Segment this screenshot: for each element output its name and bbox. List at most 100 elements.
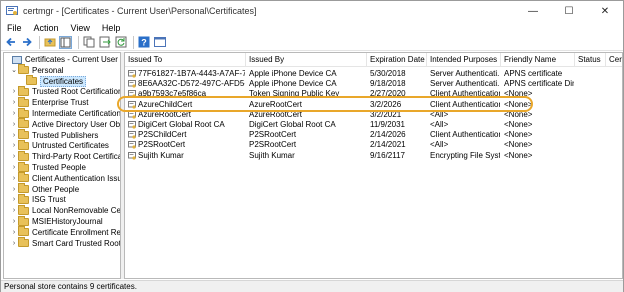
col-expiration-date-header[interactable]: Expiration Date <box>367 53 427 67</box>
table-row[interactable]: P2SChildCert P2SRootCert 2/14/2026 Client A… <box>125 130 622 140</box>
cell-expiration-date: 2/14/2026 <box>370 130 406 140</box>
expand-arrow-icon[interactable]: › <box>10 240 18 247</box>
up-folder-icon[interactable] <box>43 36 56 49</box>
expand-arrow-icon[interactable]: › <box>10 218 18 225</box>
certificate-icon <box>128 141 136 149</box>
col-certificate-template-header[interactable]: Certi <box>606 53 622 67</box>
expand-arrow-icon[interactable]: › <box>10 132 18 139</box>
folder-icon <box>18 204 29 215</box>
tree-item-certificates[interactable]: Certificates <box>18 75 87 87</box>
table-row[interactable]: 77F61827-1B7A-4443-A7AF-7FD... Apple iPho… <box>125 69 622 79</box>
certificate-list[interactable]: Issued To Issued By Expiration Date Intende… <box>124 52 623 279</box>
table-row[interactable]: a9b7593c7e5f86ca Token Signing Public Key… <box>125 89 622 99</box>
col-issued-by-header[interactable]: Issued By <box>246 53 367 67</box>
expand-arrow-icon[interactable]: › <box>10 99 18 106</box>
certmgr-app-icon <box>6 6 18 16</box>
back-icon[interactable] <box>4 36 17 49</box>
folder-icon <box>18 150 29 161</box>
col-intended-purposes-header[interactable]: Intended Purposes <box>427 53 501 67</box>
copy-icon[interactable] <box>82 36 95 49</box>
folder-icon <box>18 161 29 172</box>
tree-item-label: Certificates - Current User <box>25 55 118 64</box>
computer-icon <box>12 55 22 64</box>
cell-intended-purposes: <All> <box>430 140 449 150</box>
collapse-arrow-icon[interactable]: ⌄ <box>10 66 18 74</box>
cell-status <box>578 110 605 120</box>
tree-item-label: Enterprise Trust <box>32 98 89 108</box>
cell-issued-to: P2SRootCert <box>138 140 186 150</box>
cell-expiration-date: 3/2/2026 <box>370 99 402 109</box>
tree-item-label: Local NonRemovable Certific <box>32 206 121 216</box>
expand-arrow-icon[interactable]: › <box>10 88 18 95</box>
menu-file[interactable]: File <box>1 23 28 33</box>
tree-item-store[interactable]: › Smart Card Trusted Roots <box>10 237 120 249</box>
expand-arrow-icon[interactable]: › <box>10 121 18 128</box>
folder-icon <box>18 85 29 96</box>
tree-item-label: Active Directory User Object <box>32 119 121 129</box>
folder-icon <box>18 215 29 226</box>
expand-arrow-icon[interactable]: › <box>10 142 18 149</box>
export-icon[interactable] <box>98 36 111 49</box>
help-icon[interactable]: ? <box>137 36 150 49</box>
expand-arrow-icon[interactable]: › <box>10 229 18 236</box>
close-button[interactable]: ✕ <box>587 1 623 21</box>
refresh-icon[interactable] <box>114 36 127 49</box>
tree-item-store[interactable]: › Trusted Root Certification Au <box>10 85 120 97</box>
cell-intended-purposes: <All> <box>430 109 449 119</box>
expand-arrow-icon[interactable]: › <box>10 175 18 182</box>
expand-arrow-icon[interactable]: › <box>10 186 18 193</box>
cell-status <box>578 140 605 150</box>
cell-friendly-name: APNS certificate Dir... <box>504 79 574 89</box>
tree-item-personal[interactable]: ⌄ Personal <box>10 64 64 76</box>
cell-issued-to: AzureRootCert <box>138 109 191 119</box>
table-row[interactable]: P2SRootCert P2SRootCert 2/14/2021 <All> <Non… <box>125 140 622 150</box>
cell-issued-by: P2SRootCert <box>249 130 297 140</box>
cell-issued-by: Apple iPhone Device CA <box>249 79 337 89</box>
cell-expiration-date: 9/16/2117 <box>370 150 405 160</box>
col-status-header[interactable]: Status <box>575 53 606 67</box>
expand-arrow-icon[interactable]: › <box>10 164 18 171</box>
toolbar: ? <box>1 34 623 51</box>
certificate-icon <box>128 100 136 109</box>
forward-icon[interactable] <box>20 36 33 49</box>
minimize-button[interactable]: — <box>515 1 551 21</box>
tree-item-label: Third-Party Root Certification <box>32 152 120 162</box>
table-row[interactable]: AzureChildCert AzureRootCert 3/2/2026 Clien… <box>125 100 622 110</box>
cell-expiration-date: 3/2/2021 <box>370 109 402 119</box>
expand-arrow-icon[interactable]: › <box>10 110 18 117</box>
expand-arrow-icon[interactable]: › <box>10 153 18 160</box>
table-row[interactable]: DigiCert Global Root CA DigiCert Global R… <box>125 120 622 130</box>
table-row[interactable]: Sujith Kumar Sujith Kumar 9/16/2117 Encrypt… <box>125 151 622 161</box>
certificate-icon <box>128 80 136 88</box>
cell-issued-to: 8E6AA32C-D572-497C-AFD5-E2... <box>138 79 245 89</box>
cell-friendly-name: <None> <box>504 99 533 109</box>
menu-action[interactable]: Action <box>28 23 65 33</box>
menu-view[interactable]: View <box>65 23 96 33</box>
table-row[interactable]: 8E6AA32C-D572-497C-AFD5-E2... Apple iPhon… <box>125 79 622 89</box>
console-icon[interactable] <box>153 36 166 49</box>
folder-icon <box>18 96 29 107</box>
cell-friendly-name: <None> <box>504 89 533 99</box>
store-tree[interactable]: Certificates - Current User ⌄ Personal Cert… <box>3 52 121 279</box>
tree-item-store[interactable]: › Client Authentication Issuers <box>10 172 120 184</box>
col-friendly-name-header[interactable]: Friendly Name <box>501 53 575 67</box>
tree-item-store[interactable]: › Certificate Enrollment Reque <box>10 226 120 238</box>
table-row[interactable]: AzureRootCert AzureRootCert 3/2/2021 <All> <… <box>125 110 622 120</box>
svg-text:?: ? <box>141 38 147 48</box>
tree-item-store[interactable]: › Active Directory User Object <box>10 118 121 130</box>
cell-status <box>578 130 605 140</box>
expand-arrow-icon[interactable]: › <box>10 196 18 203</box>
menu-help[interactable]: Help <box>96 23 127 33</box>
tree-item-store[interactable]: › Third-Party Root Certification <box>10 150 120 162</box>
cell-status <box>578 89 605 99</box>
col-issued-to-header[interactable]: Issued To <box>125 53 246 67</box>
maximize-button[interactable]: ☐ <box>551 1 587 21</box>
tree-item-store[interactable]: › Intermediate Certification Au <box>10 107 120 119</box>
show-hide-tree-icon[interactable] <box>59 35 72 49</box>
cell-intended-purposes: Server Authenticati... <box>430 69 500 78</box>
cell-status <box>578 120 605 130</box>
tree-item-store[interactable]: › Local NonRemovable Certific <box>10 204 121 216</box>
certificate-icon <box>128 90 136 98</box>
folder-icon <box>18 237 29 248</box>
expand-arrow-icon[interactable]: › <box>10 207 18 214</box>
